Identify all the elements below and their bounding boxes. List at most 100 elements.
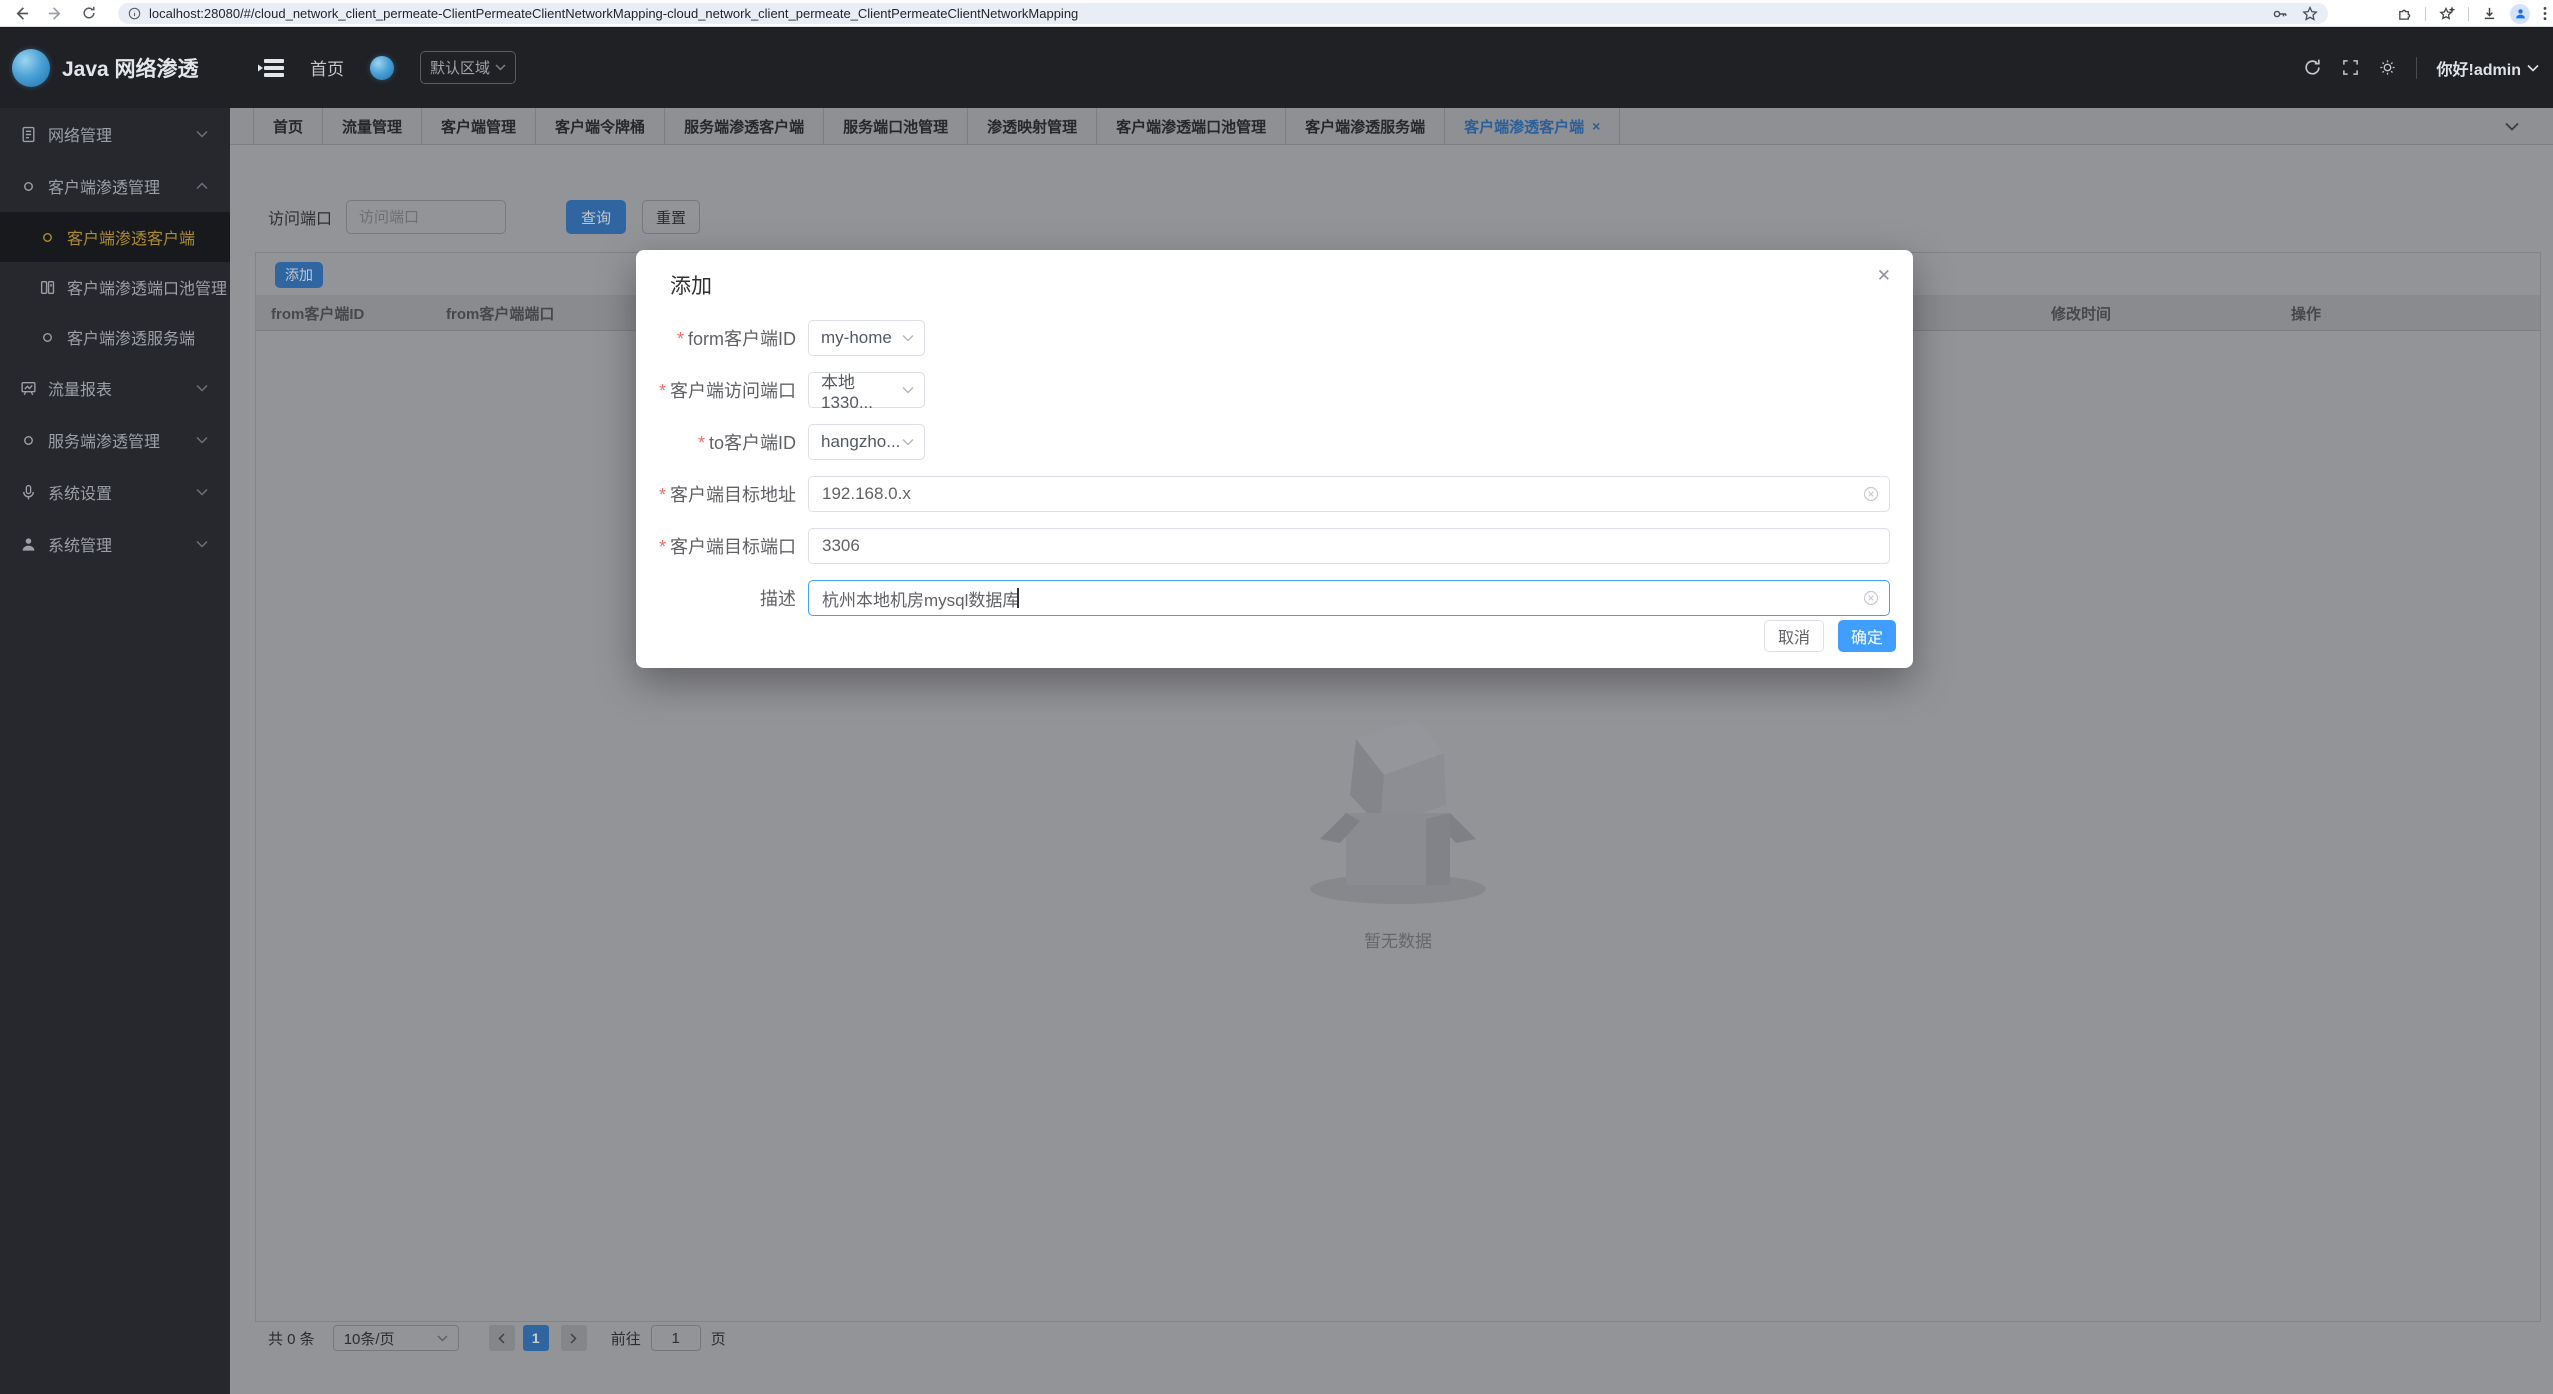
page-size-select[interactable]: 10条/页 xyxy=(333,1325,459,1351)
page-number-button[interactable]: 1 xyxy=(523,1325,549,1351)
tab-close-icon[interactable]: × xyxy=(1592,118,1600,134)
to-client-id-select[interactable]: hangzho... xyxy=(808,424,925,460)
sidebar-item-client-permeate-port-pool[interactable]: 客户端渗透端口池管理 xyxy=(0,262,230,312)
select-value: 本地1330... xyxy=(821,368,902,413)
field-label-form-client-id: *form客户端ID xyxy=(656,325,808,351)
empty-text: 暂无数据 xyxy=(1364,927,1432,952)
sidebar-item-client-permeate-client[interactable]: 客户端渗透客户端 xyxy=(0,212,230,262)
reload-icon[interactable] xyxy=(76,2,102,24)
page-size-value: 10条/页 xyxy=(344,1328,395,1349)
empty-state: 暂无数据 xyxy=(256,693,2540,952)
sidebar: 网络管理 客户端渗透管理 客户端渗透客户端 客户端渗透端口池管理 xyxy=(0,108,230,1394)
profile-avatar[interactable] xyxy=(2510,4,2530,24)
browser-menu-icon[interactable] xyxy=(2543,6,2547,21)
add-dialog: 添加 ✕ *form客户端ID my-home *客户端访问端口 本地1330.… xyxy=(636,250,1913,668)
home-link[interactable]: 首页 xyxy=(310,55,344,80)
tab-server-permeate-client[interactable]: 服务端渗透客户端 xyxy=(665,108,824,144)
tab-permeate-mapping[interactable]: 渗透映射管理 xyxy=(968,108,1097,144)
clear-input-icon[interactable] xyxy=(1863,590,1879,606)
chevron-down-icon xyxy=(902,438,914,446)
tab-client-mgmt[interactable]: 客户端管理 xyxy=(422,108,536,144)
sidebar-item-traffic-report[interactable]: 流量报表 xyxy=(0,362,230,414)
back-icon[interactable] xyxy=(8,2,34,24)
sidebar-item-system-mgmt[interactable]: 系统管理 xyxy=(0,518,230,570)
download-icon[interactable] xyxy=(2482,6,2497,21)
dialog-close-icon[interactable]: ✕ xyxy=(1877,266,1891,286)
query-button[interactable]: 查询 xyxy=(566,200,626,234)
sparkle-star-icon[interactable] xyxy=(2439,6,2455,22)
url-text: localhost:28080/#/cloud_network_client_p… xyxy=(149,6,2262,21)
field-label-description: 描述 xyxy=(656,585,808,611)
field-label-to-client-id: *to客户端ID xyxy=(656,429,808,455)
tab-overflow-chevron-icon[interactable] xyxy=(2505,108,2519,145)
pagination: 共 0 条 10条/页 1 前往 页 xyxy=(268,1325,726,1351)
client-access-port-select[interactable]: 本地1330... xyxy=(808,372,925,408)
client-target-port-input[interactable] xyxy=(808,528,1890,564)
microphone-icon xyxy=(20,484,37,501)
password-key-icon[interactable] xyxy=(2272,6,2288,22)
app-title: Java 网络渗透 xyxy=(62,53,199,83)
description-input[interactable] xyxy=(808,580,1890,616)
chevron-down-icon xyxy=(196,540,208,548)
tab-client-token-bucket[interactable]: 客户端令牌桶 xyxy=(536,108,665,144)
link-icon xyxy=(39,229,56,246)
extensions-icon[interactable] xyxy=(2397,6,2412,21)
tab-client-permeate-port-pool[interactable]: 客户端渗透端口池管理 xyxy=(1097,108,1286,144)
chevron-down-icon xyxy=(196,130,208,138)
site-info-icon[interactable] xyxy=(128,7,141,20)
empty-box-illustration xyxy=(1298,693,1498,909)
field-label-client-access-port: *客户端访问端口 xyxy=(656,377,808,403)
clear-input-icon[interactable] xyxy=(1863,486,1879,502)
sidebar-item-label: 客户端渗透服务端 xyxy=(67,325,195,349)
search-input[interactable] xyxy=(346,200,506,234)
required-asterisk: * xyxy=(659,485,666,505)
fullscreen-icon[interactable] xyxy=(2342,59,2359,76)
client-target-address-input[interactable] xyxy=(808,476,1890,512)
tab-home[interactable]: 首页 xyxy=(253,108,323,144)
sidebar-item-system-settings[interactable]: 系统设置 xyxy=(0,466,230,518)
chevron-down-icon xyxy=(196,488,208,496)
cancel-button[interactable]: 取消 xyxy=(1764,620,1824,652)
add-button[interactable]: 添加 xyxy=(275,262,323,288)
sidebar-item-client-permeate-mgmt[interactable]: 客户端渗透管理 xyxy=(0,160,230,212)
select-value: my-home xyxy=(821,328,892,348)
required-asterisk: * xyxy=(659,381,666,401)
select-value: hangzho... xyxy=(821,432,900,452)
sidebar-item-server-permeate-mgmt[interactable]: 服务端渗透管理 xyxy=(0,414,230,466)
user-menu[interactable]: 你好!admin xyxy=(2437,56,2539,80)
column-header-from-client-id: from客户端ID xyxy=(271,295,364,331)
sidebar-item-label: 客户端渗透客户端 xyxy=(67,225,195,249)
sidebar-item-network-mgmt[interactable]: 网络管理 xyxy=(0,108,230,160)
tab-client-permeate-client[interactable]: 客户端渗透客户端 × xyxy=(1445,108,1620,144)
confirm-button[interactable]: 确定 xyxy=(1838,620,1896,652)
prev-page-button[interactable] xyxy=(489,1325,515,1351)
goto-page-input[interactable] xyxy=(651,1325,701,1351)
form-client-id-select[interactable]: my-home xyxy=(808,320,925,356)
chevron-up-icon xyxy=(196,182,208,190)
region-select-value: 默认区域 xyxy=(430,57,490,78)
region-select[interactable]: 默认区域 xyxy=(420,51,516,84)
tab-server-port-pool[interactable]: 服务端口池管理 xyxy=(824,108,968,144)
sidebar-item-label: 客户端渗透端口池管理 xyxy=(67,275,227,299)
reset-button[interactable]: 重置 xyxy=(642,200,700,234)
tab-client-permeate-server[interactable]: 客户端渗透服务端 xyxy=(1286,108,1445,144)
chevron-right-icon xyxy=(570,1333,577,1344)
dialog-title: 添加 xyxy=(670,270,712,300)
next-page-button[interactable] xyxy=(561,1325,587,1351)
sidebar-item-client-permeate-server[interactable]: 客户端渗透服务端 xyxy=(0,312,230,362)
mini-logo-icon[interactable] xyxy=(370,56,394,80)
refresh-icon[interactable] xyxy=(2303,58,2322,77)
tab-traffic-mgmt[interactable]: 流量管理 xyxy=(323,108,422,144)
sidebar-collapse-icon[interactable] xyxy=(258,57,284,79)
chevron-left-icon xyxy=(498,1333,505,1344)
sidebar-item-label: 客户端渗透管理 xyxy=(48,174,160,198)
forward-icon[interactable] xyxy=(42,2,68,24)
chevron-down-icon xyxy=(196,384,208,392)
bookmark-star-icon[interactable] xyxy=(2302,6,2318,22)
divider xyxy=(2416,57,2417,79)
port-pool-icon xyxy=(39,279,56,296)
sidebar-item-label: 网络管理 xyxy=(48,122,112,146)
app-header: Java 网络渗透 首页 默认区域 你好!a xyxy=(0,27,2553,108)
url-bar[interactable]: localhost:28080/#/cloud_network_client_p… xyxy=(118,3,2328,24)
theme-icon[interactable] xyxy=(2379,59,2396,76)
